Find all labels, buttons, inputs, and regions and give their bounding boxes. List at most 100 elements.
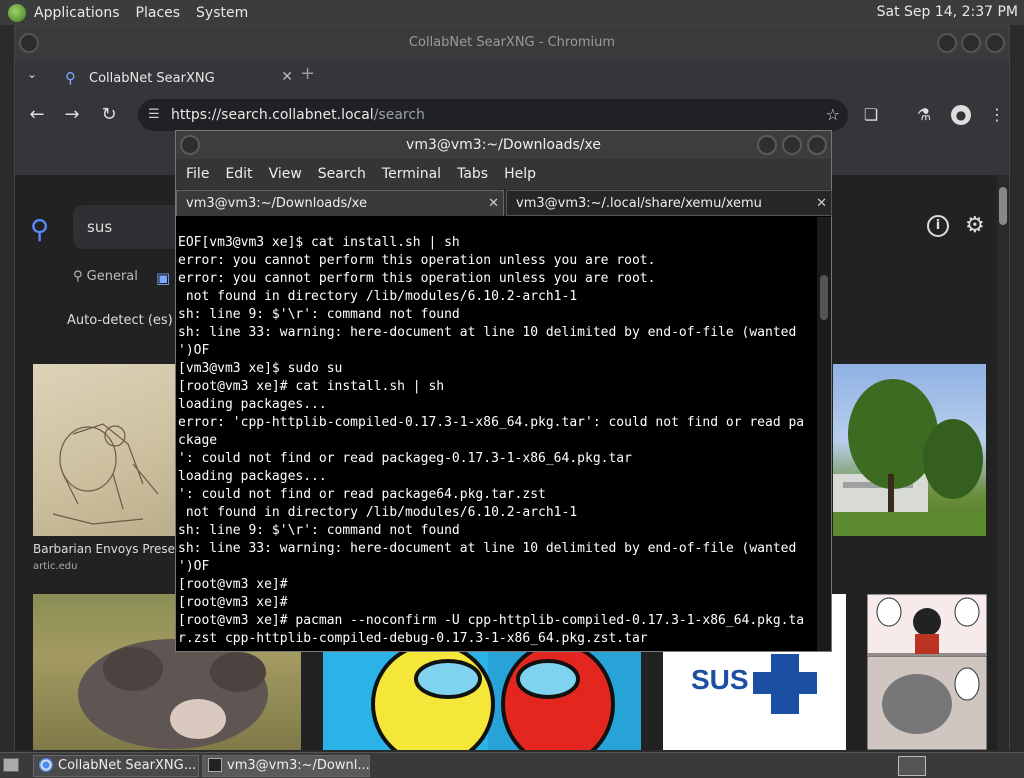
- among-us-characters-image: [371, 644, 641, 750]
- terminal-line: ')OF: [178, 559, 210, 574]
- result-caption[interactable]: Barbarian Envoys Prese: [33, 542, 175, 556]
- tab-label: CollabNet SearXNG: [89, 70, 215, 86]
- taskbar-item-label: vm3@vm3:~/Downl...: [227, 758, 370, 773]
- info-icon[interactable]: i: [927, 215, 949, 237]
- terminal-output[interactable]: EOF[vm3@vm3 xe]$ cat install.sh | sh erro…: [176, 217, 819, 651]
- result-image-among-us[interactable]: [323, 644, 641, 750]
- terminal-maximize-button[interactable]: [782, 135, 802, 155]
- page-scrollbar[interactable]: [997, 175, 1009, 750]
- close-button[interactable]: [985, 33, 1005, 53]
- terminal-line: error: you cannot perform this operation…: [178, 271, 656, 286]
- terminal-line: loading packages...: [178, 469, 327, 484]
- terminal-tab-close-icon[interactable]: ✕: [488, 191, 499, 217]
- terminal-minimize-button[interactable]: [757, 135, 777, 155]
- workspace-switcher[interactable]: [898, 756, 926, 776]
- bookmark-star-icon[interactable]: ☆: [826, 99, 840, 131]
- terminal-line: sh: line 33: warning: here-document at l…: [178, 325, 797, 340]
- terminal-line: not found in directory /lib/modules/6.10…: [178, 505, 578, 520]
- terminal-icon: [208, 758, 222, 772]
- url-host: https://search.collabnet.local: [171, 107, 374, 123]
- new-tab-icon[interactable]: +: [300, 63, 315, 84]
- terminal-line: sh: line 33: warning: here-document at l…: [178, 541, 797, 556]
- terminal-window-menu-button[interactable]: [180, 135, 200, 155]
- tab-strip: ⌄ ⚲ CollabNet SearXNG ✕ +: [15, 59, 1009, 95]
- category-general-label: General: [86, 269, 138, 284]
- mate-menu-icon[interactable]: [8, 3, 26, 22]
- terminal-line: sh: line 9: $'\r': command not found: [178, 307, 460, 322]
- menu-system[interactable]: System: [196, 5, 248, 21]
- terminal-menubar: File Edit View Search Terminal Tabs Help: [176, 159, 831, 189]
- panel-clock[interactable]: Sat Sep 14, 2:37 PM: [877, 4, 1018, 20]
- address-bar[interactable]: ☰ https://search.collabnet.local/search …: [138, 99, 848, 131]
- terminal-scroll-thumb[interactable]: [820, 275, 828, 320]
- labs-flask-icon[interactable]: ⚗: [912, 103, 936, 127]
- terminal-line: [vm3@vm3 xe]$ sudo su: [178, 361, 343, 376]
- language-select[interactable]: Auto-detect (es): [67, 313, 173, 328]
- terminal-line: error: 'cpp-httplib-compiled-0.17.3-1-x8…: [178, 415, 805, 430]
- terminal-tab-label: vm3@vm3:~/Downloads/xe: [186, 196, 367, 211]
- terminal-window: vm3@vm3:~/Downloads/xe File Edit View Se…: [175, 130, 832, 652]
- reload-icon[interactable]: ↻: [97, 103, 121, 127]
- terminal-tab-bar: vm3@vm3:~/Downloads/xe ✕ vm3@vm3:~/.loca…: [176, 189, 832, 216]
- terminal-menu-view[interactable]: View: [269, 166, 302, 182]
- terminal-line: EOF[vm3@vm3 xe]$ cat install.sh | sh: [178, 235, 460, 250]
- terminal-tab-downloads[interactable]: vm3@vm3:~/Downloads/xe ✕: [176, 190, 504, 216]
- settings-gear-icon[interactable]: ⚙: [965, 213, 985, 238]
- category-general[interactable]: ⚲ General: [73, 269, 138, 284]
- chromium-titlebar[interactable]: CollabNet SearXNG - Chromium: [15, 26, 1009, 59]
- top-panel: Applications Places System Sat Sep 14, 2…: [0, 0, 1024, 25]
- terminal-menu-file[interactable]: File: [186, 166, 209, 182]
- chromium-window-title: CollabNet SearXNG - Chromium: [408, 35, 616, 50]
- terminal-line: ': could not find or read packageg-0.17.…: [178, 451, 632, 466]
- menu-applications[interactable]: Applications: [34, 5, 120, 21]
- taskbar-chromium-button[interactable]: CollabNet SearXNG...: [33, 755, 199, 777]
- terminal-tab-xemu[interactable]: vm3@vm3:~/.local/share/xemu/xemu ✕: [506, 190, 832, 216]
- result-image-building-tree[interactable]: [833, 364, 986, 536]
- terminal-close-button[interactable]: [807, 135, 827, 155]
- terminal-scrollbar[interactable]: [817, 217, 831, 651]
- terminal-line: ': could not find or read package64.pkg.…: [178, 487, 546, 502]
- sketch-figures-image: [52, 423, 159, 525]
- terminal-line: [root@vm3 xe]#: [178, 595, 288, 610]
- search-input[interactable]: sus: [73, 205, 183, 249]
- result-source: artic.edu: [33, 561, 78, 572]
- tab-search-dropdown-icon[interactable]: ⌄: [27, 67, 37, 81]
- show-desktop-icon[interactable]: [3, 758, 19, 772]
- terminal-menu-terminal[interactable]: Terminal: [382, 166, 441, 182]
- terminal-line: not found in directory /lib/modules/6.10…: [178, 289, 578, 304]
- terminal-line: r.zst cpp-httplib-compiled-debug-0.17.3-…: [178, 631, 648, 646]
- terminal-window-title: vm3@vm3:~/Downloads/xe: [406, 137, 601, 153]
- terminal-line: error: you cannot perform this operation…: [178, 253, 656, 268]
- back-arrow-icon[interactable]: ←: [25, 103, 49, 127]
- terminal-tab-label: vm3@vm3:~/.local/share/xemu/xemu: [516, 196, 762, 211]
- maximize-button[interactable]: [961, 33, 981, 53]
- terminal-menu-search[interactable]: Search: [318, 166, 366, 182]
- terminal-line: [root@vm3 xe]# pacman --noconfirm -U cpp…: [178, 613, 805, 628]
- page-scroll-thumb[interactable]: [999, 187, 1007, 225]
- search-icon: ⚲: [65, 69, 76, 87]
- profile-avatar-icon[interactable]: ●: [951, 105, 971, 125]
- window-menu-button[interactable]: [19, 33, 39, 53]
- terminal-menu-edit[interactable]: Edit: [225, 166, 252, 182]
- terminal-titlebar[interactable]: vm3@vm3:~/Downloads/xe: [176, 131, 831, 159]
- terminal-line: loading packages...: [178, 397, 327, 412]
- images-category-icon[interactable]: ▣: [156, 269, 170, 287]
- result-image-barbarian-envoys[interactable]: [33, 364, 178, 536]
- tree-building-photo: [833, 379, 986, 536]
- terminal-menu-help[interactable]: Help: [504, 166, 536, 182]
- more-menu-icon[interactable]: ⋮: [985, 103, 1009, 127]
- searxng-search-logo-icon[interactable]: ⚲: [30, 215, 49, 245]
- tab-collabnet-searxng[interactable]: ⚲ CollabNet SearXNG ✕: [55, 63, 293, 93]
- menu-places[interactable]: Places: [136, 5, 181, 21]
- forward-arrow-icon[interactable]: →: [60, 103, 84, 127]
- result-image-comic[interactable]: [867, 594, 987, 750]
- bottom-taskbar: CollabNet SearXNG... vm3@vm3:~/Downl...: [0, 752, 1024, 778]
- minimize-button[interactable]: [937, 33, 957, 53]
- tab-close-icon[interactable]: ✕: [281, 69, 293, 85]
- terminal-menu-tabs[interactable]: Tabs: [457, 166, 488, 182]
- extensions-icon[interactable]: ❏: [859, 103, 883, 127]
- taskbar-terminal-button[interactable]: vm3@vm3:~/Downl...: [202, 755, 370, 777]
- site-settings-icon[interactable]: ☰: [148, 99, 160, 131]
- terminal-tab-close-icon[interactable]: ✕: [816, 191, 827, 217]
- url-path: /search: [373, 107, 425, 123]
